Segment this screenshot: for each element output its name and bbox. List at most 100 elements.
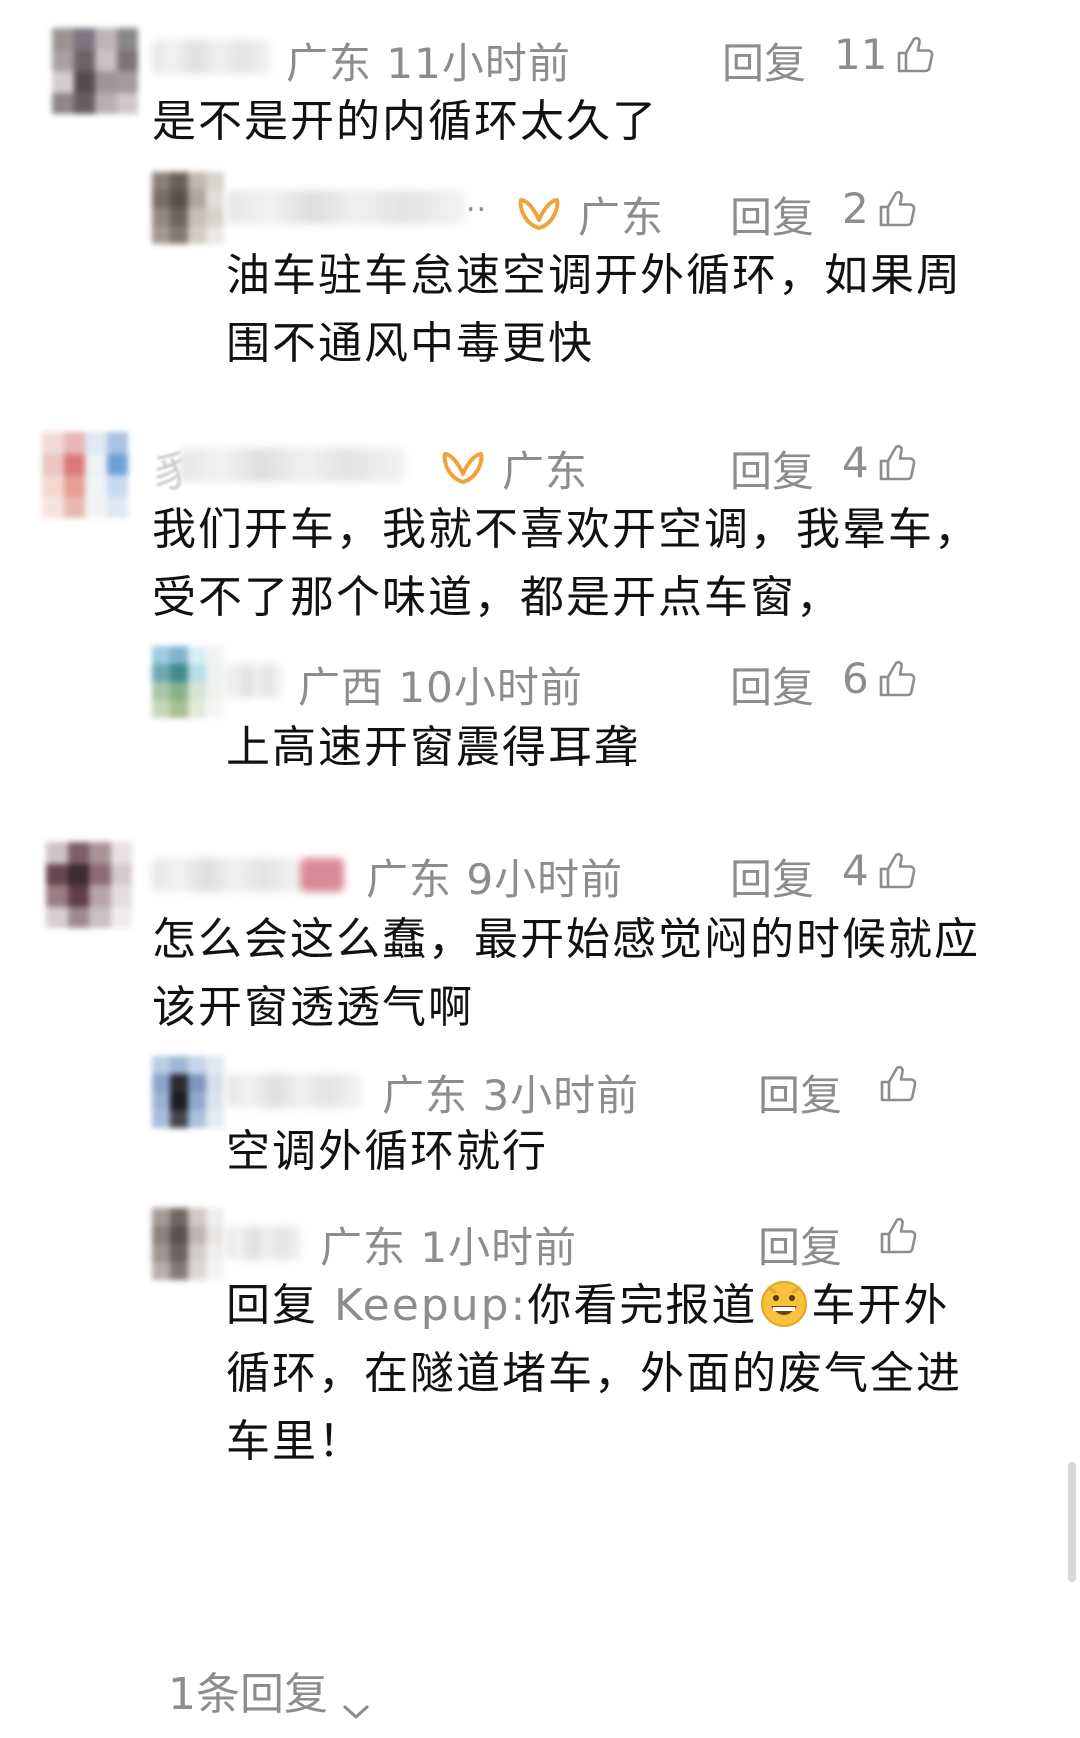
like-button[interactable]: 4: [842, 438, 919, 487]
reply-button[interactable]: 回复: [722, 30, 806, 91]
username-blurred[interactable]: [226, 1226, 302, 1260]
like-button[interactable]: [876, 1062, 920, 1106]
avatar[interactable]: [52, 28, 138, 114]
avatar-pixel: [52, 28, 74, 50]
avatar-pixel: [52, 71, 74, 93]
vip-badge-icon: [440, 448, 486, 488]
avatar-pixel: [46, 842, 68, 864]
avatar-pixel: [52, 92, 74, 114]
avatar-pixel: [188, 1092, 206, 1110]
like-count: 6: [842, 654, 869, 703]
avatar-pixel: [85, 475, 107, 497]
avatar-pixel: [170, 700, 188, 718]
scrollbar-thumb[interactable]: [1068, 1462, 1076, 1582]
comment-meta: 广东: [578, 193, 665, 242]
avatar-pixel: [63, 475, 85, 497]
like-button[interactable]: 11: [834, 30, 937, 79]
avatar-pixel: [85, 453, 107, 475]
reply-button[interactable]: 回复: [730, 438, 814, 499]
comment-meta: 广东 1小时前: [320, 1223, 578, 1272]
avatar-pixel: [89, 906, 111, 928]
username-blurred[interactable]: [152, 40, 272, 74]
avatar[interactable]: [152, 1208, 224, 1280]
thumbs-up-icon: [875, 849, 919, 893]
comment-text-line: 回复 Keepup:你看完报道 车开外: [226, 1280, 950, 1331]
avatar-pixel: [188, 172, 206, 190]
avatar-pixel: [170, 1056, 188, 1074]
avatar-pixel: [152, 172, 170, 190]
like-button[interactable]: 4: [842, 846, 919, 895]
avatar-pixel: [152, 1208, 170, 1226]
avatar-pixel: [170, 1262, 188, 1280]
avatar[interactable]: [42, 432, 128, 518]
avatar-pixel: [110, 863, 132, 885]
avatar-pixel: [63, 432, 85, 454]
avatar-pixel: [206, 1110, 224, 1128]
avatar-pixel: [206, 1056, 224, 1074]
reply-button[interactable]: 回复: [730, 654, 814, 715]
avatar[interactable]: [152, 172, 224, 244]
username-blurred[interactable]: [226, 664, 282, 698]
avatar-pixel: [106, 496, 128, 518]
avatar-pixel: [170, 190, 188, 208]
comment-text: 是不是开的内循环太久了: [152, 96, 658, 147]
avatar[interactable]: [152, 646, 224, 718]
avatar-pixel: [73, 28, 95, 50]
username-blurred[interactable]: [226, 1074, 362, 1108]
avatar-pixel: [170, 1074, 188, 1092]
chevron-down-icon: [342, 1681, 370, 1719]
avatar-pixel: [188, 1226, 206, 1244]
avatar-pixel: [46, 885, 68, 907]
username-blurred[interactable]: [152, 858, 302, 892]
avatar-pixel: [95, 49, 117, 71]
vip-badge-icon: [516, 194, 562, 234]
avatar-pixel: [206, 1208, 224, 1226]
avatar-pixel: [206, 1074, 224, 1092]
like-count: 4: [842, 438, 869, 487]
avatar-pixel: [188, 190, 206, 208]
avatar-pixel: [152, 664, 170, 682]
avatar-pixel: [152, 226, 170, 244]
avatar-pixel: [116, 92, 138, 114]
avatar[interactable]: [46, 842, 132, 928]
mention-link[interactable]: Keepup:: [334, 1280, 527, 1331]
avatar-pixel: [110, 906, 132, 928]
username-blurred[interactable]: [226, 190, 466, 224]
reply-button[interactable]: 回复: [758, 1062, 842, 1123]
like-button[interactable]: [876, 1214, 920, 1258]
avatar-pixel: [63, 496, 85, 518]
avatar-pixel: [170, 1110, 188, 1128]
avatar-pixel: [206, 682, 224, 700]
avatar-pixel: [46, 863, 68, 885]
reply-prefix: 回复: [226, 1280, 318, 1331]
avatar-pixel: [188, 664, 206, 682]
avatar-pixel: [152, 190, 170, 208]
thumbs-up-icon: [876, 1214, 920, 1258]
avatar-pixel: [116, 71, 138, 93]
avatar-pixel: [95, 92, 117, 114]
comment-text: 空调外循环就行: [226, 1126, 548, 1177]
like-count: 11: [834, 30, 888, 79]
avatar-pixel: [170, 226, 188, 244]
avatar-pixel: [42, 453, 64, 475]
avatar-pixel: [206, 208, 224, 226]
thumbs-up-icon: [875, 187, 919, 231]
avatar-pixel: [89, 885, 111, 907]
username-blurred[interactable]: [180, 448, 406, 482]
avatar[interactable]: [152, 1056, 224, 1128]
avatar-pixel: [188, 700, 206, 718]
avatar-pixel: [152, 1056, 170, 1074]
avatar-pixel: [206, 1244, 224, 1262]
like-button[interactable]: 6: [842, 654, 919, 703]
avatar-pixel: [110, 885, 132, 907]
like-button[interactable]: 2: [842, 184, 919, 233]
like-count: 2: [842, 184, 869, 233]
reply-button[interactable]: 回复: [758, 1214, 842, 1275]
reply-button[interactable]: 回复: [730, 184, 814, 245]
avatar-pixel: [152, 646, 170, 664]
more-replies-link[interactable]: 1条回复: [168, 1658, 370, 1722]
avatar-pixel: [152, 1244, 170, 1262]
thumbs-up-icon: [875, 657, 919, 701]
avatar-pixel: [206, 190, 224, 208]
reply-button[interactable]: 回复: [730, 846, 814, 907]
